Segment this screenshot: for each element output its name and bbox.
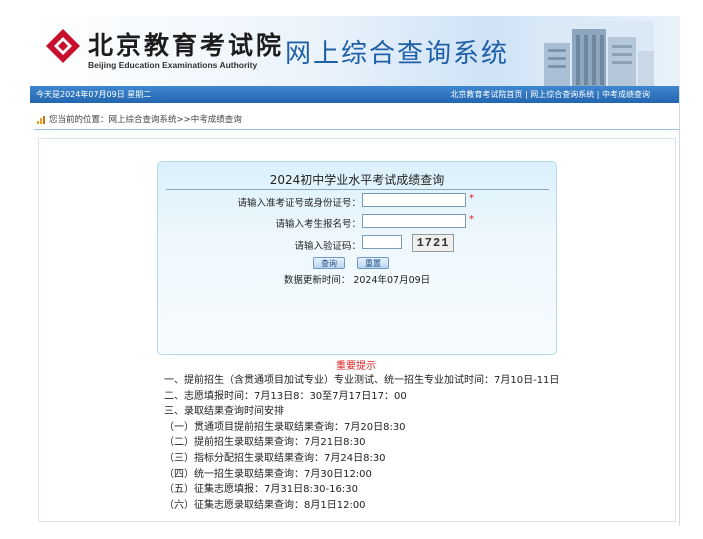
captcha-input[interactable] bbox=[362, 235, 402, 249]
logo-english-name: Beijing Education Examinations Authority bbox=[88, 60, 258, 70]
registration-number-label: 请输入考生报名号： bbox=[275, 219, 361, 230]
nav-link-query-system[interactable]: 网上综合查询系统 bbox=[530, 90, 594, 99]
current-date: 今天是2024年07月09日 星期二 bbox=[36, 90, 152, 99]
notice-item: 二、志愿填报时间：7月13日8：30至7月17日17：00 bbox=[164, 390, 407, 402]
notice-list: 一、提前招生（含贯通项目加试专业）专业测试、统一招生专业加试时间：7月10日-1… bbox=[164, 373, 559, 513]
notice-title: 重要提示 bbox=[336, 361, 376, 372]
bjeea-logo-icon bbox=[46, 29, 80, 63]
registration-number-input[interactable] bbox=[362, 214, 466, 228]
query-panel: 2024初中学业水平考试成绩查询 请输入准考证号或身份证号： * 请输入考生报名… bbox=[157, 161, 557, 355]
notice-item: 一、提前招生（含贯通项目加试专业）专业测试、统一招生专业加试时间：7月10日-1… bbox=[164, 375, 560, 386]
header-banner: 北京教育考试院 Beijing Education Examinations A… bbox=[30, 16, 680, 86]
notice-item: （一）贯通项目提前招生录取结果查询：7月20日8:30 bbox=[164, 421, 406, 433]
notice-item: （五）征集志愿填报：7月31日8:30-16:30 bbox=[164, 484, 358, 496]
nav-separator: | bbox=[524, 90, 528, 99]
notice-item: （六）征集志愿录取结果查询：8月1日12:00 bbox=[164, 499, 366, 511]
ticket-id-label: 请输入准考证号或身份证号： bbox=[237, 198, 361, 209]
system-title: 网上综合查询系统 bbox=[285, 39, 510, 69]
query-title: 2024初中学业水平考试成绩查询 bbox=[269, 173, 445, 187]
nav-separator: | bbox=[596, 90, 600, 99]
breadcrumb: 您当前的位置：网上综合查询系统>>中考成绩查询 bbox=[37, 113, 242, 125]
page-right-border bbox=[679, 86, 680, 526]
breadcrumb-divider bbox=[34, 129, 679, 130]
notice-item: （四）统一招生录取结果查询：7月30日12:00 bbox=[164, 468, 372, 480]
notice-item: （三）指标分配招生录取结果查询：7月24日8:30 bbox=[164, 452, 386, 464]
building-illustration-icon bbox=[536, 21, 654, 86]
nav-links: 北京教育考试院首页 | 网上综合查询系统 | 中考成绩查询 bbox=[450, 89, 650, 100]
nav-link-bjeea-home[interactable]: 北京教育考试院首页 bbox=[450, 90, 522, 99]
nav-link-zhongkao-score[interactable]: 中考成绩查询 bbox=[602, 90, 650, 99]
submit-query-button[interactable]: 查询 bbox=[313, 257, 345, 269]
captcha-image[interactable]: 1721 bbox=[412, 234, 454, 252]
top-nav-bar: 今天是2024年07月09日 星期二 北京教育考试院首页 | 网上综合查询系统 … bbox=[30, 86, 680, 103]
logo-chinese-name: 北京教育考试院 bbox=[88, 31, 285, 60]
data-update-time: 数据更新时间： 2024年07月09日 bbox=[283, 275, 431, 286]
registration-number-required-mark: * bbox=[469, 214, 474, 225]
location-chart-icon bbox=[37, 115, 45, 124]
ticket-id-input[interactable] bbox=[362, 193, 466, 207]
reset-button[interactable]: 重置 bbox=[357, 257, 389, 269]
notice-item: （二）提前招生录取结果查询：7月21日8:30 bbox=[164, 437, 366, 449]
breadcrumb-prefix: 您当前的位置： bbox=[49, 115, 109, 125]
breadcrumb-path[interactable]: 网上综合查询系统>>中考成绩查询 bbox=[109, 115, 242, 125]
notice-item: 三、录取结果查询时间安排 bbox=[164, 406, 284, 418]
captcha-label: 请输入验证码： bbox=[294, 241, 361, 252]
query-title-divider bbox=[166, 189, 549, 190]
ticket-id-required-mark: * bbox=[469, 193, 474, 204]
